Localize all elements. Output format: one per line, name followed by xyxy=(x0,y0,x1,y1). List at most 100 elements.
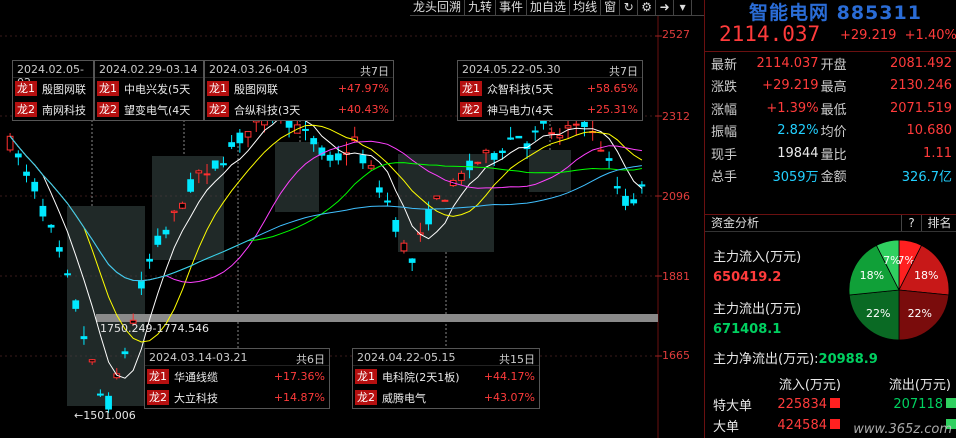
leader-popup[interactable]: 2024.04.22-05.15 共15日 龙1 电科院(2天1板) +44.17% … xyxy=(352,348,540,409)
candle-down[interactable] xyxy=(14,153,22,158)
candle-down[interactable] xyxy=(359,154,367,164)
candle-down[interactable] xyxy=(334,153,342,161)
candle-down[interactable] xyxy=(515,135,523,139)
candle-down[interactable] xyxy=(236,132,244,144)
candle-up[interactable] xyxy=(400,242,408,252)
candle-up[interactable] xyxy=(458,172,465,181)
candle-down[interactable] xyxy=(499,150,506,154)
candle-up[interactable] xyxy=(244,131,252,138)
leader-stock-name[interactable]: 华通线缆 xyxy=(174,369,270,385)
fund-analysis-title[interactable]: 资金分析 xyxy=(705,215,901,231)
candle-down[interactable] xyxy=(326,154,334,161)
toolbar-window[interactable]: 窗 xyxy=(601,0,621,15)
help-icon[interactable]: ? xyxy=(901,215,921,231)
candle-down[interactable] xyxy=(39,205,47,217)
low-annotation: ←1501.006 xyxy=(74,409,136,422)
toolbar-nine-turn[interactable]: 九转 xyxy=(465,0,497,15)
candle-down[interactable] xyxy=(64,273,71,276)
leader-popup[interactable]: 2024.03.26-04.03 共7日 龙1 殷图网联 +47.97% 龙2 合纵科技… xyxy=(204,60,394,121)
candle-down[interactable] xyxy=(228,142,236,147)
candle-up[interactable] xyxy=(88,359,96,363)
candle-down[interactable] xyxy=(302,128,309,131)
candle-down[interactable] xyxy=(531,130,539,133)
leader-stock-name[interactable]: 合纵科技(3天 xyxy=(234,102,334,118)
candle-down[interactable] xyxy=(638,184,646,187)
candle-down[interactable] xyxy=(466,160,473,171)
candle-down[interactable] xyxy=(392,219,400,232)
candle-up[interactable] xyxy=(367,165,375,169)
leader-stock-name[interactable]: 南网科技 xyxy=(42,102,89,118)
candle-down[interactable] xyxy=(146,258,153,262)
leader-stock-name[interactable]: 殷图网联 xyxy=(42,81,89,97)
candle-down[interactable] xyxy=(72,300,80,309)
candle-down[interactable] xyxy=(605,158,613,161)
candle-down[interactable] xyxy=(622,195,629,206)
candle-up[interactable] xyxy=(572,123,580,126)
candle-down[interactable] xyxy=(55,247,63,252)
leader-stock-name[interactable]: 电科院(2天1板) xyxy=(382,369,480,385)
toolbar-dragon-backtrack[interactable]: 龙头回溯 xyxy=(410,0,466,15)
candle-up[interactable] xyxy=(597,149,605,152)
candle-up[interactable] xyxy=(433,195,441,200)
leader-badge: 龙1 xyxy=(97,81,119,96)
candle-down[interactable] xyxy=(540,120,547,124)
candle-down[interactable] xyxy=(211,160,219,169)
candle-down[interactable] xyxy=(96,393,104,396)
candle-down[interactable] xyxy=(375,187,383,193)
leader-stock-name[interactable]: 众智科技(5天 xyxy=(487,81,583,97)
candle-down[interactable] xyxy=(105,395,112,410)
candle-down[interactable] xyxy=(408,258,416,263)
candle-down[interactable] xyxy=(220,163,227,166)
candle-down[interactable] xyxy=(31,181,39,192)
candle-down[interactable] xyxy=(154,235,162,245)
rank-tab[interactable]: 排名 xyxy=(921,215,956,231)
candle-down[interactable] xyxy=(23,171,30,176)
candle-down[interactable] xyxy=(47,224,55,228)
toolbar-add-watchlist[interactable]: 加自选 xyxy=(527,0,571,15)
candle-down[interactable] xyxy=(121,351,129,355)
leader-popup[interactable]: 2024.02.29-03.14 龙1 中电兴发(5天 龙2 望变电气(4天 xyxy=(94,60,204,121)
candle-up[interactable] xyxy=(195,170,203,174)
collapse-icon[interactable]: ▾ xyxy=(674,0,693,15)
candle-up[interactable] xyxy=(203,173,211,176)
leader-popup[interactable]: 2024.05.22-05.30 共7日 龙1 众智科技(5天 +58.65% 龙2 神… xyxy=(457,60,643,121)
candle-up[interactable] xyxy=(482,149,490,154)
leader-badge: 龙2 xyxy=(15,102,37,117)
candle-down[interactable] xyxy=(285,119,293,128)
candle-down[interactable] xyxy=(80,336,88,340)
leader-stock-name[interactable]: 殷图网联 xyxy=(234,81,334,97)
quote-label: 涨跌 xyxy=(711,80,738,96)
candle-up[interactable] xyxy=(564,125,572,129)
candle-up[interactable] xyxy=(441,199,449,202)
toolbar-moving-average[interactable]: 均线 xyxy=(570,0,602,15)
candle-down[interactable] xyxy=(630,199,638,204)
candle-down[interactable] xyxy=(507,137,514,140)
leader-stock-name[interactable]: 大立科技 xyxy=(174,390,270,406)
leader-stock-name[interactable]: 望变电气(4天 xyxy=(124,102,199,118)
candle-down[interactable] xyxy=(490,153,498,160)
leader-popup[interactable]: 2024.03.14-03.21 共6日 龙1 华通线缆 +17.36% 龙2 大立科技… xyxy=(144,348,330,409)
main-inflow-value: 650419.2 xyxy=(713,270,782,285)
candle-down[interactable] xyxy=(425,209,432,225)
toolbar-events[interactable]: 事件 xyxy=(496,0,528,15)
candle-down[interactable] xyxy=(613,186,621,189)
leader-stock-name[interactable]: 神马电力(4天 xyxy=(487,102,583,118)
candle-up[interactable] xyxy=(556,135,564,139)
kline-chart[interactable]: 2527 2312 2096 1881 1665 1750.249-1774.5… xyxy=(0,16,704,438)
candle-up[interactable] xyxy=(170,210,178,213)
leader-popup[interactable]: 2024.02.05-02. 龙1 殷图网联 龙2 南网科技 xyxy=(12,60,94,121)
gear-icon[interactable]: ⚙ xyxy=(638,0,657,15)
candle-up[interactable] xyxy=(548,132,556,135)
leader-stock-name[interactable]: 威腾电气 xyxy=(382,390,480,406)
candle-down[interactable] xyxy=(138,280,145,289)
candle-down[interactable] xyxy=(162,229,170,235)
candle-down[interactable] xyxy=(581,121,588,128)
candle-down[interactable] xyxy=(187,179,194,192)
candle-up[interactable] xyxy=(474,161,482,164)
leader-stock-name[interactable]: 中电兴发(5天 xyxy=(124,81,199,97)
candle-down[interactable] xyxy=(384,200,391,203)
candle-up[interactable] xyxy=(179,202,186,209)
redo-icon[interactable]: ↻ xyxy=(620,0,639,15)
expand-icon[interactable]: ➜ xyxy=(656,0,675,15)
candle-down[interactable] xyxy=(310,138,318,145)
